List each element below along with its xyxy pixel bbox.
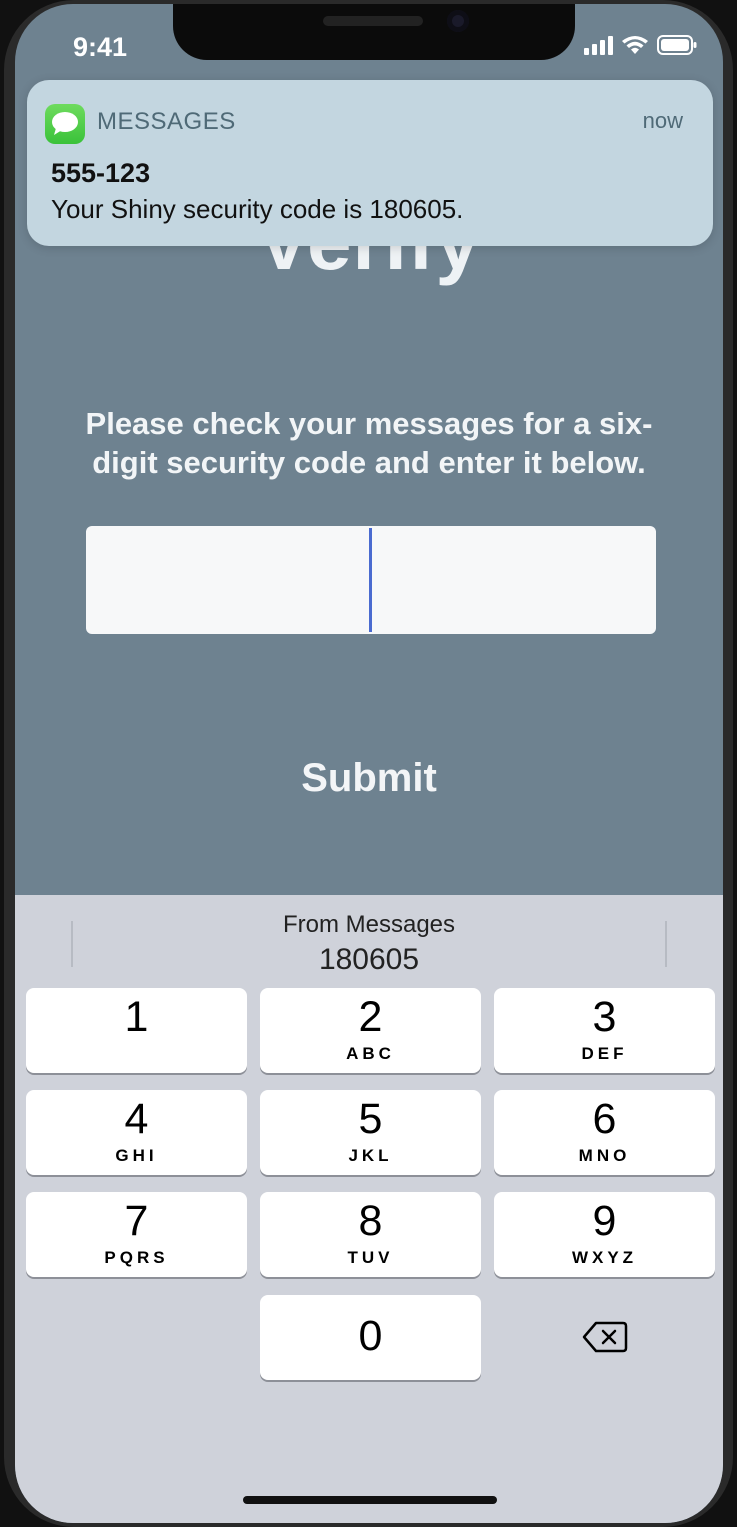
key-digit: 0 (358, 1312, 383, 1360)
key-0[interactable]: 0 (260, 1295, 481, 1380)
key-digit: 3 (592, 993, 617, 1041)
key-9[interactable]: 9 WXYZ (494, 1192, 715, 1277)
status-time: 9:41 (73, 32, 128, 62)
key-5[interactable]: 5 JKL (260, 1090, 481, 1175)
phone-frame: 9:41 Verify ME (0, 0, 737, 1527)
front-camera (447, 10, 469, 32)
backspace-icon (582, 1321, 628, 1353)
cellular-signal-icon (584, 35, 613, 55)
suggestion-code: 180605 (318, 943, 420, 976)
key-2[interactable]: 2 ABC (260, 988, 481, 1073)
key-letters: TUV (347, 1248, 394, 1267)
security-code-input[interactable] (86, 526, 656, 634)
key-letters: JKL (348, 1146, 393, 1165)
key-letters: WXYZ (571, 1248, 638, 1267)
key-letters: GHI (115, 1146, 158, 1165)
home-indicator[interactable] (243, 1496, 497, 1504)
notch (173, 4, 575, 60)
key-1[interactable]: 1 (26, 988, 247, 1073)
key-4[interactable]: 4 GHI (26, 1090, 247, 1175)
suggestion-label: From Messages (282, 911, 456, 938)
key-letters: MNO (578, 1146, 631, 1165)
key-3[interactable]: 3 DEF (494, 988, 715, 1073)
instructions-text: Please check your messages for a six-dig… (85, 406, 653, 480)
text-caret (369, 528, 372, 632)
submit-button[interactable]: Submit (15, 756, 723, 801)
numeric-keyboard: From Messages 180605 1 2 ABC 3 DEF 4 GHI (15, 895, 723, 1523)
key-digit: 8 (358, 1197, 383, 1245)
notification-sender: 555-123 (51, 158, 151, 188)
wifi-icon (622, 36, 648, 54)
key-letters: ABC (346, 1044, 395, 1063)
key-letters: DEF (581, 1044, 628, 1063)
key-digit: 1 (124, 993, 149, 1041)
key-digit: 9 (592, 1197, 617, 1245)
key-7[interactable]: 7 PQRS (26, 1192, 247, 1277)
notification-body: Your Shiny security code is 180605. (51, 194, 464, 224)
key-letters: PQRS (104, 1248, 169, 1267)
screen: 9:41 Verify ME (15, 4, 723, 1523)
autofill-suggestion-bar: From Messages 180605 (15, 895, 723, 983)
key-digit: 6 (592, 1095, 617, 1143)
key-digit: 2 (358, 993, 383, 1041)
notification-app-name: MESSAGES (97, 108, 236, 135)
battery-icon (657, 35, 697, 55)
messages-app-icon (45, 104, 85, 144)
message-notification[interactable]: MESSAGES now 555-123 Your Shiny security… (27, 80, 713, 246)
key-8[interactable]: 8 TUV (260, 1192, 481, 1277)
key-digit: 7 (124, 1197, 149, 1245)
status-icons (584, 35, 697, 55)
key-digit: 5 (358, 1095, 383, 1143)
delete-key[interactable] (494, 1295, 715, 1380)
speaker (323, 16, 423, 26)
notification-time: now (642, 108, 683, 133)
key-digit: 4 (124, 1095, 149, 1143)
key-6[interactable]: 6 MNO (494, 1090, 715, 1175)
